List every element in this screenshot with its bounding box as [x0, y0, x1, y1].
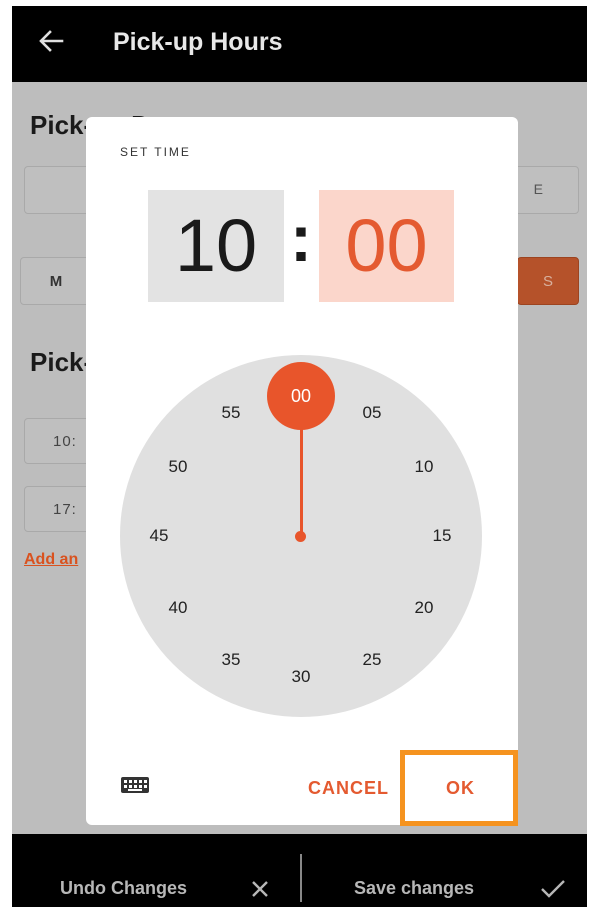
dial-minute-45[interactable]: 45: [139, 526, 179, 546]
dial-minute-50[interactable]: 50: [158, 457, 198, 477]
dial-minute-30[interactable]: 30: [281, 667, 321, 687]
cancel-button[interactable]: CANCEL: [308, 778, 389, 799]
bottom-bar-divider: [300, 854, 302, 902]
minute-display[interactable]: 00: [319, 190, 454, 302]
clock-center-dot: [295, 531, 306, 542]
dial-minute-55[interactable]: 55: [211, 403, 251, 423]
clock-selector[interactable]: 00: [267, 362, 335, 430]
day-toggle-sunday[interactable]: S: [517, 257, 579, 305]
dial-minute-05[interactable]: 05: [352, 403, 392, 423]
hour-display[interactable]: 10: [148, 190, 284, 302]
end-time-field[interactable]: 17:: [24, 486, 94, 532]
dial-minute-35[interactable]: 35: [211, 650, 251, 670]
time-separator: :: [290, 201, 312, 275]
time-picker-dialog: SET TIME 10 : 00 00 55 05 50 10 45 15 40…: [86, 117, 518, 825]
dial-minute-15[interactable]: 15: [422, 526, 462, 546]
ok-highlight-box: [400, 750, 518, 826]
date-range-label: E: [533, 181, 544, 197]
hour-value: 10: [174, 204, 258, 287]
close-icon[interactable]: [250, 879, 270, 899]
selected-minute-label: 00: [290, 386, 312, 406]
arrow-left-icon[interactable]: [36, 26, 66, 56]
keyboard-icon[interactable]: [120, 775, 150, 795]
save-changes-button[interactable]: Save changes: [354, 878, 474, 899]
dial-minute-10[interactable]: 10: [404, 457, 444, 477]
app-bar: Pick-up Hours: [12, 6, 587, 82]
page-title: Pick-up Hours: [113, 28, 283, 56]
start-time-field[interactable]: 10:: [24, 418, 94, 464]
minute-value: 00: [345, 204, 428, 287]
day-toggle-monday[interactable]: M: [20, 257, 92, 305]
check-icon[interactable]: [540, 878, 566, 900]
dial-minute-25[interactable]: 25: [352, 650, 392, 670]
dial-minute-20[interactable]: 20: [404, 598, 444, 618]
pickup-times-title: Pick-: [30, 347, 93, 377]
undo-changes-button[interactable]: Undo Changes: [60, 878, 187, 899]
dialog-label: SET TIME: [120, 145, 191, 159]
bottom-action-bar: Undo Changes Save changes: [12, 834, 587, 907]
add-time-link[interactable]: Add an: [24, 551, 78, 569]
clock-hand: [300, 417, 303, 536]
dial-minute-40[interactable]: 40: [158, 598, 198, 618]
